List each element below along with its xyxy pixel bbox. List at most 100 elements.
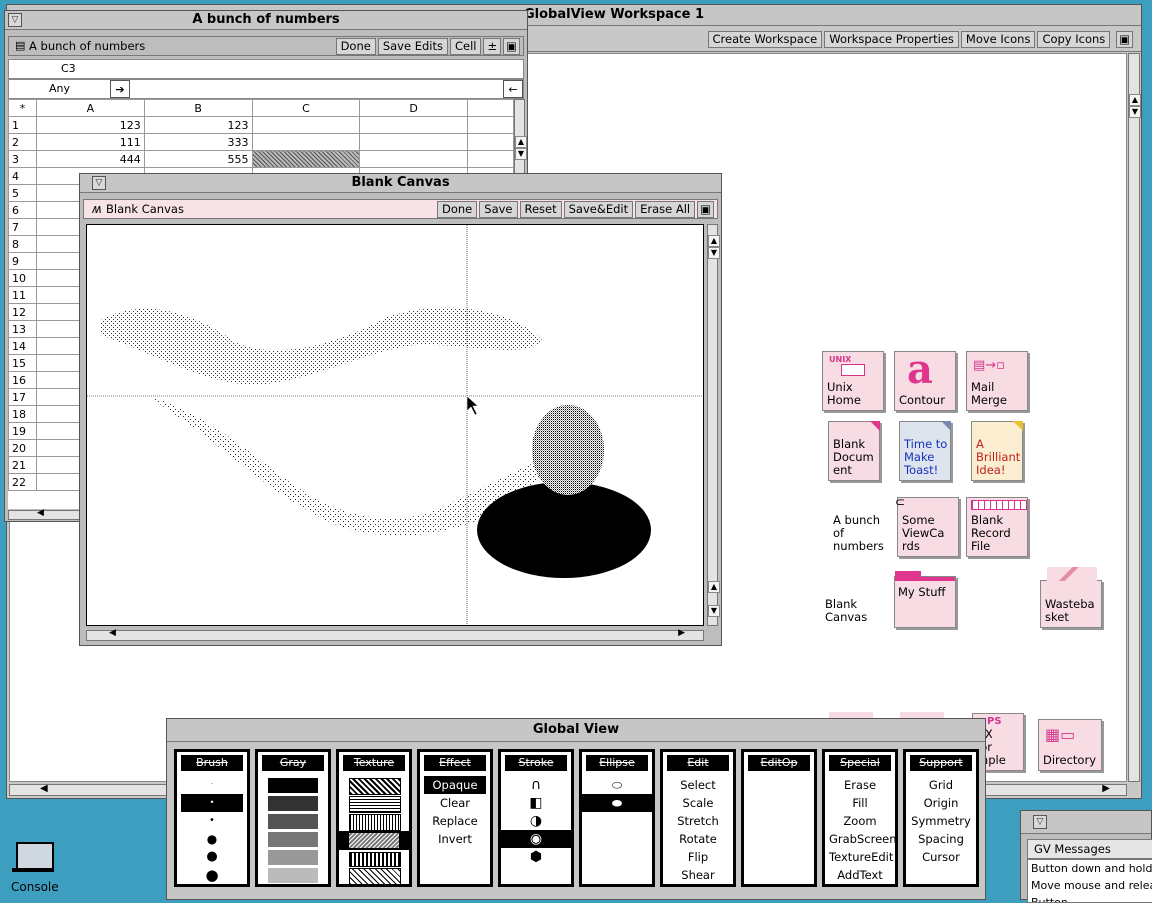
stroke-circle-icon[interactable]: ◑ <box>501 812 571 830</box>
scroll-right-icon[interactable]: ▶ <box>678 628 685 638</box>
scroll-down-icon[interactable]: ▼ <box>708 605 720 617</box>
canvas-horizontal-scrollbar[interactable]: ◀ ▶ <box>86 628 704 641</box>
icon-blank-canvas[interactable]: Blank Canvas <box>820 568 882 628</box>
erase-all-button[interactable]: Erase All <box>635 201 696 218</box>
create-workspace-button[interactable]: Create Workspace <box>707 31 823 48</box>
effect-invert-option[interactable]: Invert <box>424 830 486 848</box>
spreadsheet-titlebar[interactable]: ▽ A bunch of numbers <box>5 11 527 30</box>
arrow-left-icon[interactable]: ← <box>503 80 523 98</box>
cell-button[interactable]: Cell <box>449 38 482 55</box>
effect-opaque-option[interactable]: Opaque <box>424 776 486 794</box>
stroke-arc-icon[interactable]: ∩ <box>501 776 571 794</box>
stroke-hexagon-icon[interactable]: ⬢ <box>501 848 571 866</box>
panel-title[interactable]: EditOp <box>748 755 810 771</box>
panel-title[interactable]: Brush <box>181 755 243 771</box>
panel-title[interactable]: Support <box>910 755 972 771</box>
edit-rotate-option[interactable]: Rotate <box>667 830 729 848</box>
brush-size-list[interactable]: · • • ● ● ● <box>181 776 243 884</box>
support-spacing-option[interactable]: Spacing <box>910 830 972 848</box>
canvas-titlebar[interactable]: ▽ Blank Canvas <box>80 174 721 193</box>
gv-messages-titlebar[interactable]: ▽ <box>1021 811 1151 834</box>
scroll-down-icon[interactable]: ▼ <box>708 247 720 259</box>
filter-value[interactable]: Any <box>49 80 70 98</box>
console-desktop-icon[interactable]: Console <box>8 838 64 898</box>
selected-cell[interactable] <box>251 150 361 168</box>
scroll-down-icon[interactable]: ▼ <box>515 148 527 160</box>
panel-title[interactable]: Effect <box>424 755 486 771</box>
icon-a-bunch-of-numbers[interactable]: A bunch of numbers <box>828 497 890 557</box>
column-header[interactable]: A <box>35 99 145 117</box>
special-textureedit-option[interactable]: TextureEdit <box>829 848 893 866</box>
stroke-ellipse-icon-selected[interactable]: ◉ <box>501 830 571 848</box>
effect-clear-option[interactable]: Clear <box>424 794 486 812</box>
scroll-left-icon[interactable]: ◀ <box>40 783 48 794</box>
texture-swatch-selected[interactable] <box>339 831 409 850</box>
clipboard-icon[interactable]: ▣ <box>503 38 520 55</box>
scroll-right-icon[interactable]: ▶ <box>1102 783 1110 794</box>
clipboard-icon[interactable]: ▣ <box>697 201 714 218</box>
icon-my-stuff[interactable]: My Stuff <box>894 571 956 628</box>
done-button[interactable]: Done <box>335 38 376 55</box>
global-view-titlebar[interactable]: Global View <box>167 719 985 742</box>
save-edits-button[interactable]: Save Edits <box>377 38 448 55</box>
gray-swatch[interactable] <box>268 868 318 883</box>
icon-contour[interactable]: a Contour <box>894 346 956 411</box>
drawing-area[interactable] <box>86 224 704 626</box>
column-header[interactable]: D <box>359 99 469 117</box>
table-cell[interactable] <box>359 150 469 168</box>
gray-swatch[interactable] <box>268 778 318 793</box>
special-erase-option[interactable]: Erase <box>829 776 891 794</box>
special-grabscreen-option[interactable]: GrabScreen <box>829 830 897 848</box>
reset-button[interactable]: Reset <box>519 201 562 218</box>
texture-swatch[interactable] <box>349 778 401 795</box>
edit-scale-option[interactable]: Scale <box>667 794 729 812</box>
brush-size-option[interactable]: · <box>181 776 243 794</box>
canvas-vertical-scrollbar[interactable]: ▲ ▼ ▲ ▼ <box>707 224 720 626</box>
icon-time-to-make-toast[interactable]: Time to Make Toast! <box>899 421 951 481</box>
table-cell[interactable] <box>251 133 361 151</box>
ellipse-outline-icon[interactable]: ⬭ <box>582 776 652 794</box>
canvas-drawing[interactable] <box>87 225 703 625</box>
icon-blank-record-file[interactable]: Blank Record File <box>966 497 1028 557</box>
icon-directory[interactable]: ▦▭ Directory <box>1038 719 1102 771</box>
brush-size-option[interactable]: ● <box>181 848 243 866</box>
stroke-square-icon[interactable]: ◧ <box>501 794 571 812</box>
icon-blank-document[interactable]: Blank Docum ent <box>828 421 880 481</box>
window-menu-icon[interactable]: ▽ <box>92 176 106 190</box>
plus-minus-icon[interactable]: ± <box>483 38 502 55</box>
gray-swatch[interactable] <box>268 796 318 811</box>
icon-unix-home[interactable]: UNIX Unix Home <box>822 351 884 411</box>
scroll-left-icon[interactable]: ◀ <box>109 628 116 638</box>
table-cell[interactable]: 555 <box>143 150 253 168</box>
edit-select-option[interactable]: Select <box>667 776 729 794</box>
scroll-down-icon[interactable]: ▼ <box>1129 106 1141 118</box>
gray-swatch[interactable] <box>268 832 318 847</box>
scroll-up-icon[interactable]: ▲ <box>515 136 527 148</box>
table-cell[interactable] <box>359 116 469 134</box>
clipboard-icon[interactable]: ▣ <box>1116 31 1133 48</box>
table-cell[interactable]: 123 <box>35 116 145 134</box>
gv-messages-log[interactable]: Button down and hold Move mouse and rele… <box>1027 859 1152 903</box>
table-cell[interactable]: 444 <box>35 150 145 168</box>
table-cell[interactable]: 123 <box>143 116 253 134</box>
panel-title[interactable]: Gray <box>262 755 324 771</box>
edit-flip-option[interactable]: Flip <box>667 848 729 866</box>
workspace-vertical-scrollbar[interactable]: ▲ ▼ <box>1128 53 1141 782</box>
icon-some-viewcards[interactable]: ⊂ Some ViewCa rds <box>895 495 959 557</box>
gray-swatch[interactable] <box>268 850 318 865</box>
brush-size-option-selected[interactable]: • <box>181 794 243 812</box>
column-header[interactable]: B <box>143 99 253 117</box>
panel-title[interactable]: Special <box>829 755 891 771</box>
table-cell[interactable] <box>359 133 469 151</box>
table-cell[interactable]: 333 <box>143 133 253 151</box>
table-cell[interactable] <box>251 116 361 134</box>
texture-swatch[interactable] <box>349 796 401 813</box>
ellipse-filled-icon-selected[interactable]: ⬬ <box>582 794 652 812</box>
window-menu-icon[interactable]: ▽ <box>8 13 22 27</box>
special-addtext-option[interactable]: AddText <box>829 866 891 884</box>
scroll-left-icon[interactable]: ◀ <box>37 508 44 518</box>
support-grid-option[interactable]: Grid <box>910 776 972 794</box>
save-button[interactable]: Save <box>479 201 518 218</box>
panel-title[interactable]: Ellipse <box>586 755 648 771</box>
scroll-up-icon[interactable]: ▲ <box>708 235 720 247</box>
